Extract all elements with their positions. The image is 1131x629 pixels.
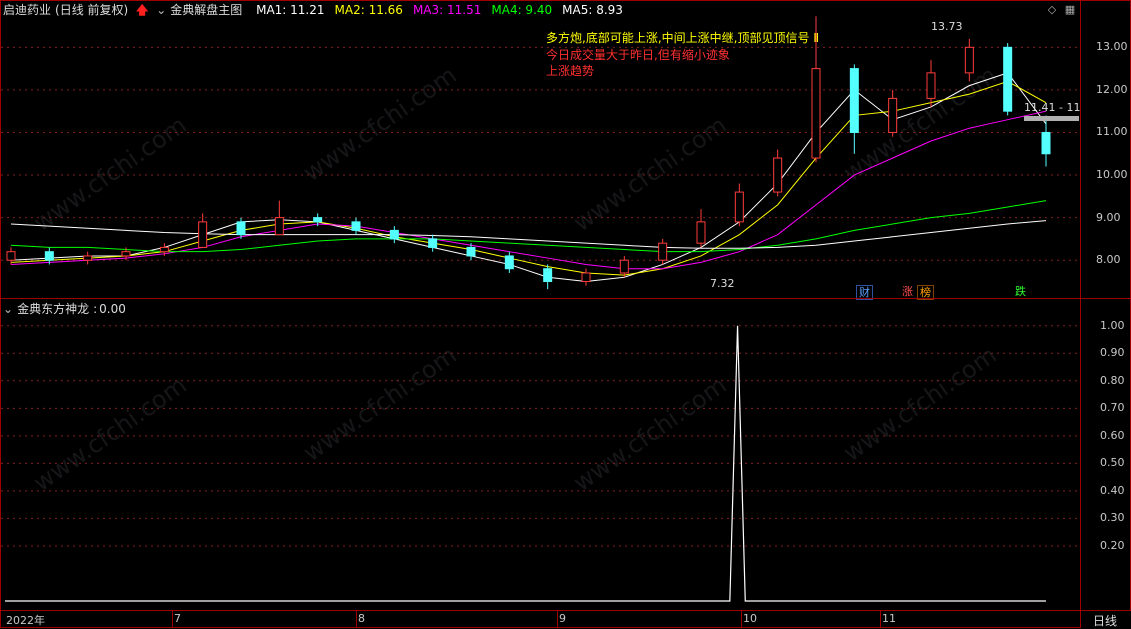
candle-body	[313, 217, 323, 223]
candle-body	[734, 191, 744, 223]
candle-body	[351, 221, 361, 231]
candle-body	[619, 259, 629, 274]
y-tick-label: 10.00	[1096, 168, 1128, 182]
candle-body	[44, 251, 54, 261]
candle-body	[926, 72, 936, 99]
y-tick-label: 1.00	[1100, 318, 1125, 332]
x-tick-mark	[741, 611, 742, 627]
y-tick-label: 0.70	[1100, 401, 1125, 415]
main-chart-plot[interactable]	[1, 1, 1080, 298]
candle-body	[773, 157, 783, 193]
candle-body	[198, 221, 208, 248]
candle-body	[696, 221, 706, 244]
high-price-label: 13.73	[931, 20, 963, 33]
candle-body	[581, 272, 591, 282]
y-tick-label: 0.40	[1100, 483, 1125, 497]
candle-body	[504, 255, 514, 270]
candle-body	[1041, 131, 1051, 155]
tag-rise[interactable]: 涨	[900, 285, 915, 298]
y-tick-label: 0.60	[1100, 428, 1125, 442]
y-tick-label: 11.00	[1096, 125, 1128, 139]
candle-body	[658, 242, 668, 261]
sub-yaxis-frame	[1080, 298, 1131, 611]
y-tick-label: 8.00	[1096, 253, 1121, 267]
y-tick-label: 12.00	[1096, 82, 1128, 96]
tag-fall[interactable]: 跌	[1013, 285, 1028, 298]
candle-body	[466, 246, 476, 257]
candle-body	[888, 97, 898, 133]
x-tick-label: 10	[743, 612, 757, 625]
candle-body	[274, 217, 284, 236]
candle-body	[428, 238, 438, 248]
x-tick-label: 7	[174, 612, 181, 625]
x-tick-label: 11	[882, 612, 896, 625]
candle-body	[236, 221, 246, 236]
x-axis-frame	[0, 610, 1081, 628]
candle-body	[1003, 46, 1013, 112]
x-tick-mark	[557, 611, 558, 627]
y-tick-label: 0.30	[1100, 511, 1125, 525]
price-marker-bar	[1024, 116, 1079, 121]
candle-body	[159, 246, 169, 253]
candle-body	[543, 268, 553, 282]
y-tick-label: 0.20	[1100, 538, 1125, 552]
y-tick-label: 9.00	[1096, 210, 1121, 224]
candle-body	[389, 229, 399, 240]
candle-body	[964, 46, 974, 74]
candle-body	[83, 255, 93, 261]
ma-line-3	[10, 110, 1047, 270]
low-price-label: 7.32	[710, 277, 735, 290]
y-tick-label: 13.00	[1096, 40, 1128, 54]
period-tab[interactable]: 日线	[1093, 612, 1117, 629]
candle-body	[6, 251, 16, 261]
x-tick-label: 2022年	[6, 614, 45, 627]
x-tick-mark	[172, 611, 173, 627]
sub-chart-plot[interactable]	[1, 300, 1080, 609]
x-tick-mark	[880, 611, 881, 627]
x-tick-label: 9	[559, 612, 566, 625]
candle-body	[811, 68, 821, 159]
price-tag: 11.41 - 11	[1024, 101, 1081, 114]
y-tick-label: 0.80	[1100, 373, 1125, 387]
x-tick-mark	[356, 611, 357, 627]
y-tick-label: 0.50	[1100, 456, 1125, 470]
candle-body	[849, 68, 859, 133]
candle-body	[121, 251, 131, 257]
y-tick-label: 0.90	[1100, 346, 1125, 360]
x-tick-label: 8	[358, 612, 365, 625]
ma-line-4	[10, 200, 1047, 253]
